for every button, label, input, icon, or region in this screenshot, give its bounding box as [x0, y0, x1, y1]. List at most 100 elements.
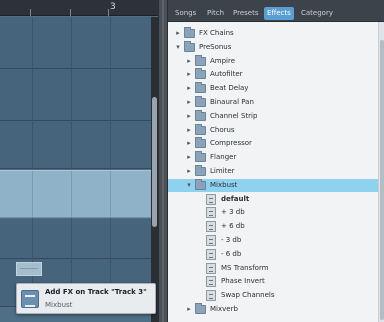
- tree-item-label: + 3 db: [221, 208, 245, 217]
- folder-item[interactable]: ▸ Compressor: [168, 137, 378, 150]
- timeline-ruler[interactable]: 3: [0, 0, 158, 16]
- preset-icon: [206, 235, 216, 246]
- tree-item-label: Binaural Pan: [210, 98, 254, 106]
- folder-item[interactable]: ▸ Mixverb: [168, 303, 378, 316]
- collapsed-arrow-icon[interactable]: ▸: [185, 304, 193, 315]
- collapsed-arrow-icon[interactable]: ▸: [174, 28, 182, 39]
- event-divider: [32, 171, 33, 217]
- arrange-view: 3 Add FX on Track "Track 3" Mixbust: [0, 0, 158, 322]
- collapsed-arrow-icon[interactable]: ▸: [185, 152, 193, 163]
- tab-effects[interactable]: Effects: [264, 7, 294, 20]
- folder-item[interactable]: ▸ Binaural Pan: [168, 96, 378, 109]
- tree-item-label: Mixbust: [210, 180, 238, 189]
- tree-item-label: Beat Delay: [210, 84, 249, 93]
- ruler-tick: [30, 9, 31, 16]
- tree-item-label: Chorus: [210, 125, 235, 134]
- preset-item[interactable]: + 3 db: [168, 206, 378, 219]
- track-lane[interactable]: [0, 69, 158, 121]
- folder-item[interactable]: ▸ Chorus: [168, 123, 378, 137]
- folder-item[interactable]: ▾ Mixbust: [168, 178, 378, 192]
- scrollbar-thumb[interactable]: [380, 40, 384, 320]
- preset-item[interactable]: Swap Channels: [168, 289, 378, 302]
- expanded-arrow-icon[interactable]: ▾: [174, 42, 182, 53]
- folder-icon: [184, 27, 195, 38]
- folder-icon: [195, 82, 206, 94]
- ruler-bar-number: 3: [110, 2, 116, 12]
- folder-item[interactable]: ▸ Channel Strip: [168, 109, 378, 123]
- tree-item-label: Limiter: [210, 167, 235, 175]
- event-divider: [110, 171, 111, 217]
- folder-item[interactable]: ▸ FX Chains: [168, 27, 378, 40]
- track-lane[interactable]: [0, 121, 158, 169]
- track-lane[interactable]: [0, 17, 158, 69]
- browser-tabbar: Songs Pitch Presets Effects Category: [168, 0, 384, 22]
- scrollbar-thumb[interactable]: [152, 97, 157, 227]
- collapsed-arrow-icon[interactable]: ▸: [185, 125, 193, 136]
- tree-item-label: Channel Strip: [210, 111, 258, 120]
- collapsed-arrow-icon[interactable]: ▸: [185, 97, 193, 108]
- folder-icon: [195, 178, 206, 190]
- event-divider: [71, 171, 72, 217]
- folder-item[interactable]: ▸ Beat Delay: [168, 82, 378, 95]
- effects-tree[interactable]: ▸ FX Chains ▾ PreSonus ▸ Ampire ▸ Autofilter ▸ Be…: [168, 27, 378, 322]
- folder-item[interactable]: ▸ Limiter: [168, 165, 378, 178]
- tree-item-label: PreSonus: [199, 42, 232, 51]
- tab-presets[interactable]: Presets: [230, 7, 261, 20]
- tree-item-label: FX Chains: [199, 29, 234, 37]
- expanded-arrow-icon[interactable]: ▾: [185, 180, 193, 191]
- track-lane[interactable]: [0, 219, 158, 259]
- grid-line: [110, 17, 111, 307]
- tree-item-label: - 3 db: [221, 236, 242, 244]
- preset-item[interactable]: - 6 db: [168, 248, 378, 261]
- preset-icon: [206, 193, 216, 205]
- tree-item-label: Ampire: [210, 56, 236, 65]
- preset-item[interactable]: default: [168, 193, 378, 206]
- folder-item[interactable]: ▸ Autofilter: [168, 68, 378, 81]
- tree-item-label: MS Transform: [221, 263, 269, 272]
- ruler-tick: [108, 9, 109, 16]
- collapsed-arrow-icon[interactable]: ▸: [185, 111, 193, 122]
- tab-category[interactable]: Category: [298, 7, 336, 20]
- ruler-tick: [70, 9, 71, 16]
- tree-item-label: Phase Invert: [221, 277, 265, 286]
- folder-icon: [195, 109, 206, 121]
- folder-icon: [195, 54, 206, 66]
- folder-icon: [195, 303, 206, 314]
- collapsed-arrow-icon[interactable]: ▸: [185, 69, 193, 80]
- collapsed-arrow-icon[interactable]: ▸: [185, 166, 193, 177]
- folder-icon: [195, 165, 206, 176]
- folder-icon: [195, 68, 206, 80]
- collapsed-arrow-icon[interactable]: ▸: [185, 138, 193, 149]
- folder-item[interactable]: ▾ PreSonus: [168, 40, 378, 54]
- browser-scrollbar[interactable]: [378, 22, 384, 322]
- arrange-scrollbar[interactable]: [151, 17, 158, 322]
- collapsed-arrow-icon[interactable]: ▸: [185, 56, 193, 67]
- folder-item[interactable]: ▸ Flanger: [168, 151, 378, 164]
- folder-icon: [195, 96, 206, 107]
- tree-item-label: default: [221, 194, 250, 203]
- selected-track-events[interactable]: [0, 170, 158, 218]
- preset-icon: [206, 276, 216, 288]
- tooltip-title: Add FX on Track "Track 3": [45, 288, 147, 296]
- preset-item[interactable]: Phase Invert: [168, 275, 378, 288]
- tree-item-label: + 6 db: [221, 222, 245, 231]
- collapsed-arrow-icon[interactable]: ▸: [185, 83, 193, 94]
- tab-pitch[interactable]: Pitch: [204, 7, 227, 20]
- panel-splitter[interactable]: [158, 0, 168, 322]
- tab-songs[interactable]: Songs: [172, 7, 199, 20]
- folder-icon: [195, 137, 206, 149]
- folder-icon: [184, 40, 195, 52]
- preset-item[interactable]: + 6 db: [168, 220, 378, 233]
- preset-icon: [206, 207, 216, 219]
- tree-item-label: Swap Channels: [221, 291, 275, 300]
- folder-icon: [195, 151, 206, 163]
- folder-item[interactable]: ▸ Ampire: [168, 54, 378, 68]
- tooltip-subtitle: Mixbust: [45, 301, 73, 309]
- drag-ghost: [16, 262, 42, 276]
- grid-line: [71, 17, 72, 307]
- folder-icon: [195, 123, 206, 135]
- preset-item[interactable]: - 3 db: [168, 234, 378, 247]
- effect-icon: [21, 290, 39, 308]
- preset-item[interactable]: MS Transform: [168, 262, 378, 275]
- preset-icon: [206, 262, 216, 274]
